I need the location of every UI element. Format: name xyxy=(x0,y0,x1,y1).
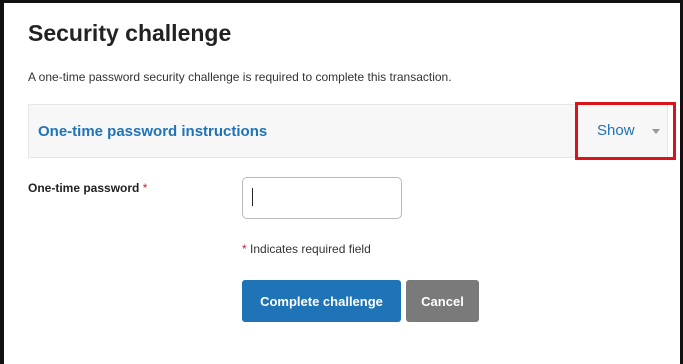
required-marker: * xyxy=(142,181,148,195)
text-cursor xyxy=(252,188,253,206)
chevron-down-icon[interactable] xyxy=(652,129,660,134)
otp-field-label: One-time password * xyxy=(28,181,147,195)
cancel-button[interactable]: Cancel xyxy=(406,280,479,322)
otp-label-text: One-time password xyxy=(28,181,140,195)
page-title: Security challenge xyxy=(28,20,232,46)
show-instructions-toggle[interactable]: Show xyxy=(575,102,676,160)
show-toggle-label[interactable]: Show xyxy=(597,122,635,139)
required-note-marker: * xyxy=(242,242,247,256)
instructions-panel: One-time password instructions Show xyxy=(28,102,676,160)
otp-input[interactable] xyxy=(242,177,402,219)
instructions-panel-title[interactable]: One-time password instructions xyxy=(38,123,267,140)
required-field-note: * Indicates required field xyxy=(242,242,371,256)
required-note-text: Indicates required field xyxy=(250,242,371,256)
page-subtitle: A one-time password security challenge i… xyxy=(28,70,452,84)
complete-challenge-button[interactable]: Complete challenge xyxy=(242,280,401,322)
